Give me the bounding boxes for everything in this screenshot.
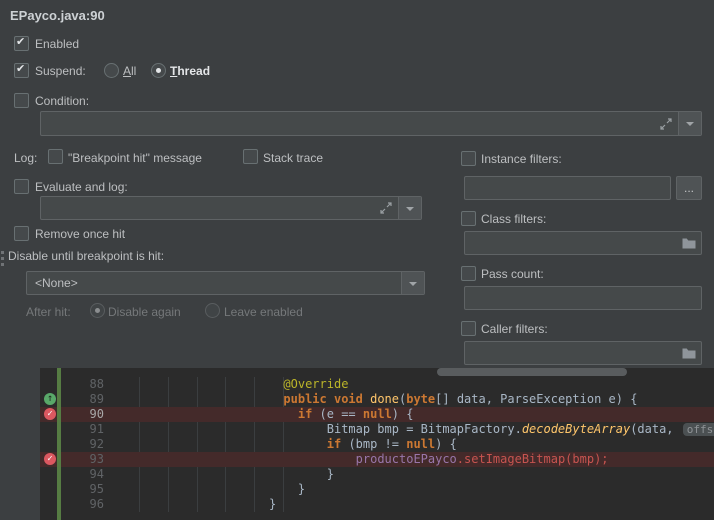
editor-line-96: 96 } (0, 497, 714, 512)
condition-dropdown-arrow[interactable] (678, 112, 701, 135)
breakpoint-hit-message-checkbox[interactable] (48, 149, 63, 164)
pass-count-checkbox[interactable] (461, 266, 476, 281)
breakpoint-icon[interactable]: ✓ (44, 453, 56, 465)
suspend-thread-radio[interactable] (151, 63, 166, 78)
editor-line-94: 94 } (0, 467, 714, 482)
editor-line-88: 88 @Override (0, 377, 714, 392)
enabled-checkbox[interactable] (14, 35, 29, 51)
instance-filters-browse-button[interactable]: ... (676, 176, 702, 200)
evaluate-and-log-label[interactable]: Evaluate and log: (35, 180, 128, 194)
evaluate-and-log-checkbox[interactable] (14, 179, 29, 194)
code-text: } (110, 467, 334, 481)
leave-enabled-label: Leave enabled (224, 305, 303, 319)
caller-filters-input[interactable] (464, 341, 702, 365)
condition-input[interactable] (40, 111, 702, 136)
folder-icon[interactable] (682, 237, 696, 249)
stack-trace-label[interactable]: Stack trace (263, 151, 323, 165)
line-number: 91 (89, 422, 104, 436)
class-filters-label[interactable]: Class filters: (481, 212, 546, 226)
override-icon[interactable]: ↑ (44, 393, 56, 405)
disable-until-label: Disable until breakpoint is hit: (8, 249, 165, 263)
editor-line-95: 95 } (0, 482, 714, 497)
breakpoint-settings-dialog: EPayco.java:90 Enabled Suspend: All Thre… (0, 0, 714, 520)
log-label: Log: (14, 151, 38, 165)
editor-line-91: 91 Bitmap bmp = BitmapFactory.decodeByte… (0, 422, 714, 437)
expand-icon[interactable] (380, 202, 392, 214)
splitter-handle[interactable] (1, 251, 7, 266)
expand-icon[interactable] (660, 118, 672, 130)
after-hit-label: After hit: (26, 305, 71, 319)
editor-gutter-margin (0, 368, 40, 520)
editor-line-90: 90 ✓ if (e == null) { (0, 407, 714, 422)
line-number: 92 (89, 437, 104, 451)
instance-filters-label[interactable]: Instance filters: (481, 152, 562, 166)
line-number: 96 (89, 497, 104, 511)
remove-once-hit-label[interactable]: Remove once hit (35, 227, 125, 241)
condition-label[interactable]: Condition: (35, 94, 89, 108)
disable-again-label: Disable again (108, 305, 181, 319)
stack-trace-checkbox[interactable] (243, 149, 258, 164)
folder-icon[interactable] (682, 347, 696, 359)
disable-again-radio (90, 303, 105, 318)
editor-line-92: 92 if (bmp != null) { (0, 437, 714, 452)
editor-line-89: 89 ↑ public void done(byte[] data, ParseE… (0, 392, 714, 407)
class-filters-input[interactable] (464, 231, 702, 255)
breakpoint-hit-message-label[interactable]: "Breakpoint hit" message (68, 151, 202, 165)
pass-count-input[interactable] (464, 286, 702, 310)
code-text: Bitmap bmp = BitmapFactory.decodeByteArr… (110, 422, 714, 437)
condition-checkbox[interactable] (14, 93, 29, 108)
clipped-inline-hint (437, 368, 627, 376)
code-editor-preview[interactable]: 88 @Override 89 ↑ public void done(byte[] … (0, 368, 714, 520)
leave-enabled-radio (205, 303, 220, 318)
evaluate-dropdown-arrow[interactable] (398, 197, 421, 219)
editor-line-93: 93 ✓ productoEPayco.setImageBitmap(bmp); (0, 452, 714, 467)
suspend-all-radio[interactable] (104, 63, 119, 78)
evaluate-and-log-input[interactable] (40, 196, 422, 220)
suspend-label[interactable]: Suspend: (35, 64, 86, 78)
vcs-change-marker (57, 368, 61, 520)
line-number: 94 (89, 467, 104, 481)
line-number: 88 (89, 377, 104, 391)
disable-until-value: <None> (35, 276, 78, 290)
caller-filters-label[interactable]: Caller filters: (481, 322, 548, 336)
class-filters-checkbox[interactable] (461, 211, 476, 226)
code-text: public void done(byte[] data, ParseExcep… (283, 392, 638, 406)
remove-once-hit-checkbox[interactable] (14, 226, 29, 241)
suspend-checkbox[interactable] (14, 62, 29, 78)
code-text: @Override (283, 377, 349, 391)
instance-filters-input[interactable] (464, 176, 671, 200)
line-number: 89 (89, 392, 104, 406)
code-text: productoEPayco.setImageBitmap(bmp); (355, 452, 609, 466)
code-text: if (e == null) { (297, 407, 414, 421)
code-text: if (bmp != null) { (326, 437, 457, 451)
line-number: 93 (89, 452, 104, 466)
instance-filters-checkbox[interactable] (461, 151, 476, 166)
disable-until-dropdown-arrow[interactable] (401, 272, 424, 294)
code-text: } (110, 482, 306, 496)
suspend-all-label[interactable]: All (123, 64, 136, 78)
enabled-label[interactable]: Enabled (35, 37, 79, 51)
suspend-thread-label[interactable]: Thread (170, 64, 210, 78)
dialog-title: EPayco.java:90 (10, 8, 105, 23)
disable-until-dropdown[interactable]: <None> (26, 271, 425, 295)
code-text: } (110, 497, 277, 511)
line-number: 90 (89, 407, 104, 421)
pass-count-label[interactable]: Pass count: (481, 267, 544, 281)
caller-filters-checkbox[interactable] (461, 321, 476, 336)
line-number: 95 (89, 482, 104, 496)
breakpoint-icon[interactable]: ✓ (44, 408, 56, 420)
